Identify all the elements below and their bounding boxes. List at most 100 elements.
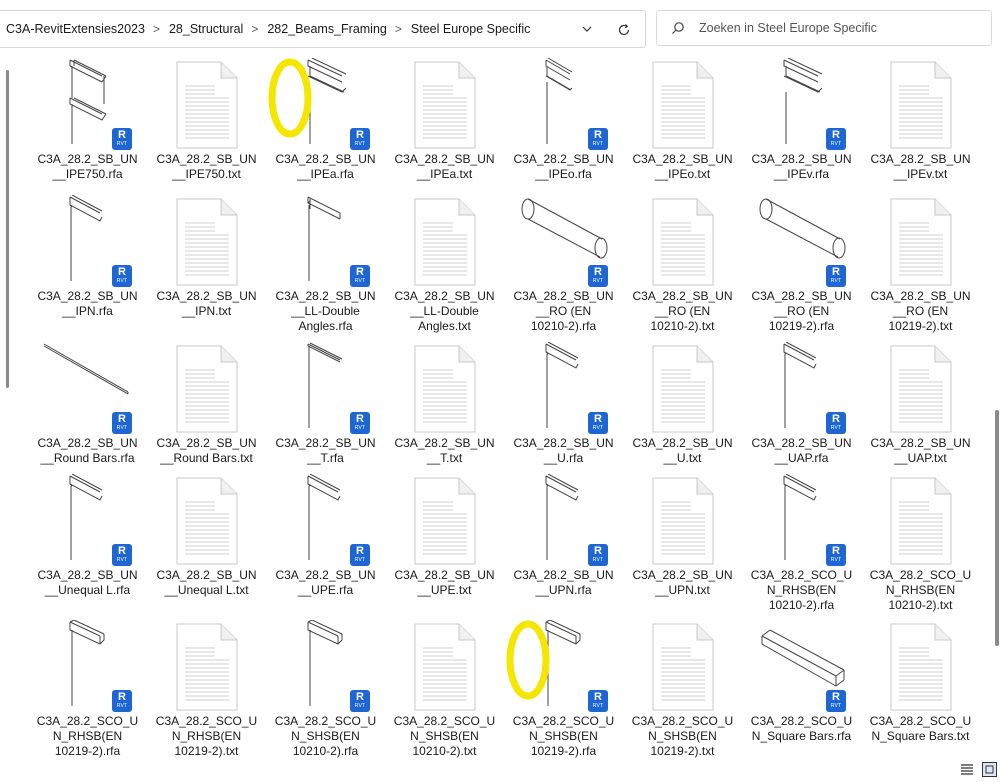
revit-rvt-badge-icon: R RVT <box>588 412 608 434</box>
file-name-line: __U.txt <box>663 451 702 465</box>
file-name: C3A_28.2_SCO_U N_Square Bars.rfa <box>742 714 861 744</box>
file-item[interactable]: C3A_28.2_SCO_U N_SHSB(EN 10219-2).txt <box>623 618 742 763</box>
file-item[interactable]: R RVT C3A_28.2_SB_UN __IPN.rfa <box>28 193 147 338</box>
file-item[interactable]: C3A_28.2_SB_UN __UPN.txt <box>623 472 742 617</box>
file-name-line: N_SHSB(EN <box>291 729 360 743</box>
file-name: C3A_28.2_SB_UN __Round Bars.rfa <box>28 436 147 466</box>
file-name-line: __RO (EN <box>773 304 830 318</box>
file-item[interactable]: R RVT C3A_28.2_SB_UN __T.rfa <box>266 340 385 485</box>
refresh-icon[interactable] <box>613 19 635 41</box>
file-item[interactable]: C3A_28.2_SB_UN __UPE.txt <box>385 472 504 617</box>
file-item[interactable]: R RVT C3A_28.2_SCO_U N_RHSB(EN 10210-2).rfa <box>742 472 861 617</box>
breadcrumb-separator-icon[interactable]: > <box>145 22 162 36</box>
file-item[interactable]: R RVT C3A_28.2_SB_UN __IPEo.rfa <box>504 56 623 201</box>
text-document-icon <box>161 474 253 566</box>
file-name: C3A_28.2_SB_UN __IPEo.txt <box>623 152 742 182</box>
file-name-line: N_Square Bars.txt <box>871 729 970 743</box>
vertical-scrollbar-thumb[interactable] <box>995 410 999 646</box>
details-view-icon[interactable] <box>960 762 974 776</box>
file-item[interactable]: C3A_28.2_SB_UN __RO (EN 10219-2).txt <box>861 193 980 338</box>
file-item[interactable]: C3A_28.2_SB_UN __IPN.txt <box>147 193 266 338</box>
breadcrumb-structural[interactable]: 28_Structural <box>162 22 243 36</box>
file-item[interactable]: R RVT C3A_28.2_SB_UN __RO (EN 10210-2).rfa <box>504 193 623 338</box>
badge-letter: R <box>594 691 602 703</box>
revit-rvt-badge-icon: R RVT <box>112 128 132 150</box>
file-name-line: __U.rfa <box>543 451 584 465</box>
badge-sub: RVT <box>830 425 842 431</box>
breadcrumb-current-folder[interactable]: Steel Europe Specific <box>404 22 531 36</box>
badge-letter: R <box>832 129 840 141</box>
file-name-line: C3A_28.2_SB_UN <box>37 568 138 582</box>
file-name-line: C3A_28.2_SB_UN <box>394 152 495 166</box>
revit-rvt-badge-icon: R RVT <box>826 128 846 150</box>
search-box[interactable]: Zoeken in Steel Europe Specific <box>656 10 992 46</box>
file-item[interactable]: C3A_28.2_SB_UN __UAP.txt <box>861 340 980 485</box>
file-item[interactable]: C3A_28.2_SB_UN __Round Bars.txt <box>147 340 266 485</box>
file-item[interactable]: R RVT C3A_28.2_SB_UN __UPN.rfa <box>504 472 623 617</box>
file-item[interactable]: R RVT C3A_28.2_SB_UN __RO (EN 10219-2).rfa <box>742 193 861 338</box>
address-history-dropdown-icon[interactable] <box>579 20 595 38</box>
text-document-icon <box>399 474 491 566</box>
file-item[interactable]: R RVT C3A_28.2_SB_UN __LL-Double Angles.rfa <box>266 193 385 338</box>
breadcrumb-root[interactable]: C3A-RevitExtensies2023 <box>0 22 145 36</box>
badge-sub: RVT <box>592 557 604 563</box>
file-name: C3A_28.2_SB_UN __UPN.rfa <box>504 568 623 598</box>
large-icons-view-icon[interactable] <box>982 762 997 777</box>
file-item[interactable]: R RVT C3A_28.2_SB_UN __Unequal L.rfa <box>28 472 147 617</box>
file-item[interactable]: C3A_28.2_SB_UN __U.txt <box>623 340 742 485</box>
file-item[interactable]: C3A_28.2_SCO_U N_Square Bars.txt <box>861 618 980 763</box>
breadcrumb-separator-icon[interactable]: > <box>387 22 404 36</box>
file-name-line: C3A_28.2_SB_UN <box>275 436 376 450</box>
file-name-line: C3A_28.2_SB_UN <box>513 436 614 450</box>
file-name-line: __IPEv.txt <box>893 167 948 181</box>
file-name-line: C3A_28.2_SCO_U <box>155 714 258 728</box>
badge-sub: RVT <box>830 278 842 284</box>
file-item[interactable]: C3A_28.2_SB_UN __LL-Double Angles.txt <box>385 193 504 338</box>
file-item[interactable]: C3A_28.2_SB_UN __IPEo.txt <box>623 56 742 201</box>
file-item[interactable]: R RVT C3A_28.2_SB_UN __U.rfa <box>504 340 623 485</box>
file-item[interactable]: C3A_28.2_SB_UN __IPE750.txt <box>147 56 266 201</box>
file-item[interactable]: R RVT C3A_28.2_SCO_U N_SHSB(EN 10219-2).rfa <box>504 618 623 763</box>
text-document-icon <box>637 474 729 566</box>
file-name: C3A_28.2_SCO_U N_SHSB(EN 10219-2).txt <box>623 714 742 759</box>
file-item[interactable]: C3A_28.2_SB_UN __T.txt <box>385 340 504 485</box>
file-name-line: C3A_28.2_SB_UN <box>156 289 257 303</box>
view-switcher <box>958 760 1002 778</box>
file-name: C3A_28.2_SCO_U N_RHSB(EN 10210-2).txt <box>861 568 980 613</box>
badge-letter: R <box>118 266 126 278</box>
file-item[interactable]: C3A_28.2_SB_UN __IPEa.txt <box>385 56 504 201</box>
file-item[interactable]: R RVT C3A_28.2_SCO_U N_RHSB(EN 10219-2).rfa <box>28 618 147 763</box>
file-name-line: C3A_28.2_SCO_U <box>869 714 972 728</box>
file-name: C3A_28.2_SB_UN __UAP.rfa <box>742 436 861 466</box>
text-document-icon <box>161 342 253 434</box>
file-item[interactable]: R RVT C3A_28.2_SB_UN __IPEv.rfa <box>742 56 861 201</box>
file-item[interactable]: C3A_28.2_SCO_U N_RHSB(EN 10210-2).txt <box>861 472 980 617</box>
file-name-line: Angles.txt <box>418 319 471 333</box>
file-item[interactable]: R RVT C3A_28.2_SB_UN __IPE750.rfa <box>28 56 147 201</box>
file-name: C3A_28.2_SB_UN __IPE750.rfa <box>28 152 147 182</box>
file-name-line: C3A_28.2_SB_UN <box>632 152 733 166</box>
address-bar[interactable]: C3A-RevitExtensies2023 > 28_Structural >… <box>0 10 646 48</box>
file-item[interactable]: R RVT C3A_28.2_SB_UN __Round Bars.rfa <box>28 340 147 485</box>
file-name-line: 10210-2).rfa <box>292 744 359 758</box>
revit-rvt-badge-icon: R RVT <box>350 690 370 712</box>
file-item[interactable]: C3A_28.2_SCO_U N_RHSB(EN 10219-2).txt <box>147 618 266 763</box>
badge-sub: RVT <box>592 703 604 709</box>
file-item[interactable]: R RVT C3A_28.2_SB_UN __UPE.rfa <box>266 472 385 617</box>
file-item[interactable]: R RVT C3A_28.2_SCO_U N_SHSB(EN 10210-2).rfa <box>266 618 385 763</box>
revit-rvt-badge-icon: R RVT <box>350 544 370 566</box>
file-name-line: 10210-2).txt <box>650 319 715 333</box>
file-item[interactable]: R RVT C3A_28.2_SB_UN __IPEa.rfa <box>266 56 385 201</box>
file-item[interactable]: C3A_28.2_SB_UN __Unequal L.txt <box>147 472 266 617</box>
left-pane-scrollbar[interactable] <box>6 70 9 388</box>
file-item[interactable]: R RVT C3A_28.2_SB_UN __UAP.rfa <box>742 340 861 485</box>
breadcrumb-separator-icon[interactable]: > <box>243 22 260 36</box>
file-item[interactable]: C3A_28.2_SCO_U N_SHSB(EN 10210-2).txt <box>385 618 504 763</box>
file-item[interactable]: R RVT C3A_28.2_SCO_U N_Square Bars.rfa <box>742 618 861 763</box>
file-name-line: __IPN.txt <box>181 304 232 318</box>
file-item[interactable]: C3A_28.2_SB_UN __RO (EN 10210-2).txt <box>623 193 742 338</box>
breadcrumb-beams-framing[interactable]: 282_Beams_Framing <box>260 22 387 36</box>
file-name-line: C3A_28.2_SCO_U <box>36 714 139 728</box>
file-item[interactable]: C3A_28.2_SB_UN __IPEv.txt <box>861 56 980 201</box>
badge-sub: RVT <box>354 703 366 709</box>
